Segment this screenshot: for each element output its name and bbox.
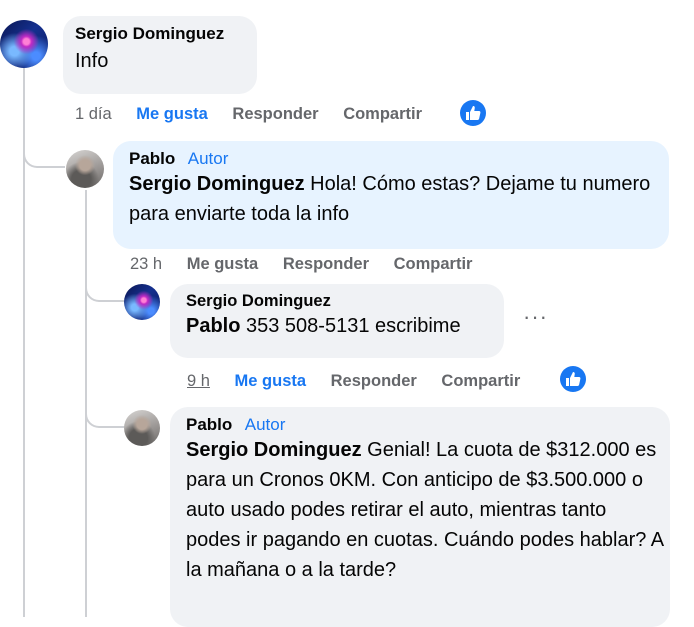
comment-bubble: Pablo Autor Sergio Dominguez Genial! La … [170, 407, 670, 627]
comment-author[interactable]: Sergio Dominguez [186, 292, 492, 311]
comment-author[interactable]: Pablo [129, 149, 175, 168]
thread-line-pablo [85, 190, 87, 617]
mention-link[interactable]: Sergio Dominguez [186, 439, 362, 461]
like-reaction-icon[interactable] [560, 366, 586, 392]
avatar[interactable] [0, 20, 48, 68]
thread-line-main [23, 66, 25, 617]
like-button[interactable]: Me gusta [136, 105, 208, 123]
comment-author[interactable]: Pablo [186, 415, 232, 434]
reply-button[interactable]: Responder [283, 255, 369, 273]
comment-bubble: Pablo Autor Sergio Dominguez Hola! Cómo … [113, 141, 669, 249]
share-button[interactable]: Compartir [441, 372, 520, 390]
author-badge: Autor [187, 149, 229, 168]
comment-time[interactable]: 9 h [187, 372, 210, 390]
comment-actions: 9 h Me gusta Responder Compartir [187, 372, 520, 391]
comment-time[interactable]: 1 día [75, 105, 112, 123]
reply-button[interactable]: Responder [331, 372, 417, 390]
comment-text: Sergio Dominguez Hola! Cómo estas? Dejam… [129, 169, 657, 229]
comment-text: Pablo 353 508-5131 escribime [186, 311, 492, 341]
comment-actions: 23 h Me gusta Responder Compartir [130, 255, 472, 274]
like-button[interactable]: Me gusta [187, 255, 259, 273]
comment-text: Sergio Dominguez Genial! La cuota de $31… [186, 435, 666, 585]
avatar[interactable] [66, 150, 104, 188]
share-button[interactable]: Compartir [343, 105, 422, 123]
comment-time[interactable]: 23 h [130, 255, 162, 273]
comment-body: 353 508-5131 escribime [240, 315, 461, 337]
share-button[interactable]: Compartir [394, 255, 473, 273]
thread-curve-2 [85, 284, 125, 302]
reply-button[interactable]: Responder [232, 105, 318, 123]
more-options-icon[interactable]: ··· [523, 304, 548, 330]
like-button[interactable]: Me gusta [235, 372, 307, 390]
mention-link[interactable]: Pablo [186, 315, 240, 337]
comment-text: Info [75, 50, 109, 72]
like-reaction-icon[interactable] [460, 100, 486, 126]
thread-curve-3 [85, 410, 125, 428]
comment-actions: 1 día Me gusta Responder Compartir [75, 105, 422, 124]
comment-author[interactable]: Sergio Dominguez [75, 24, 245, 44]
author-badge: Autor [244, 415, 286, 434]
comment-bubble: Sergio Dominguez Pablo 353 508-5131 escr… [170, 284, 504, 358]
avatar[interactable] [124, 410, 160, 446]
avatar[interactable] [124, 284, 160, 320]
thread-curve-1 [23, 150, 65, 168]
comment-bubble: Sergio Dominguez Info [63, 16, 257, 94]
mention-link[interactable]: Sergio Dominguez [129, 173, 305, 195]
